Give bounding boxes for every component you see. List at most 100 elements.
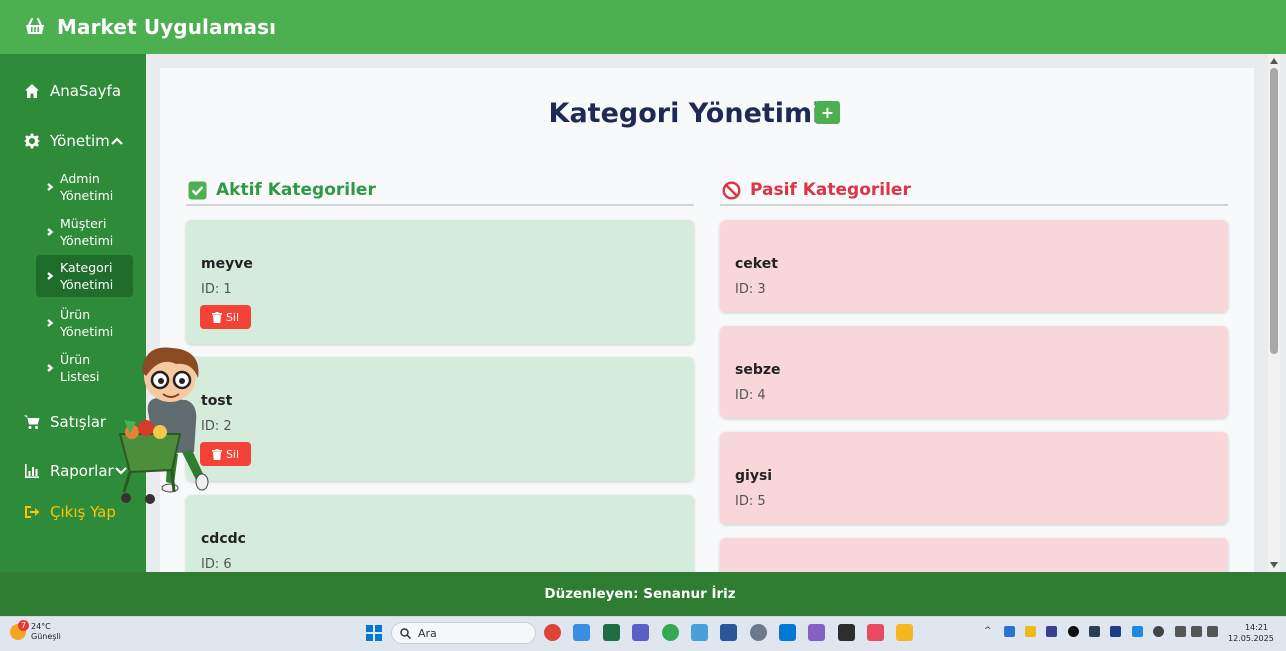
wifi-icon[interactable] (1175, 626, 1186, 637)
chevron-right-icon (47, 319, 54, 327)
search-icon (400, 627, 411, 639)
os-taskbar: 7 24°C Güneşli Ara ^ 14:21 12.05.2025 (0, 616, 1286, 651)
clock-date: 12.05.2025 (1228, 634, 1274, 643)
active-heading-text: Aktif Kategoriler (216, 180, 376, 200)
tray-app-icon[interactable] (1089, 626, 1100, 637)
passive-category-card: sebze ID: 4 (720, 326, 1228, 418)
label-line: Ürün (60, 307, 91, 322)
battery-icon[interactable] (1207, 626, 1218, 637)
label-line: Kategori (60, 260, 113, 275)
ban-icon (722, 180, 741, 200)
visual-studio-icon[interactable] (808, 624, 825, 641)
scroll-down-arrow[interactable] (1270, 562, 1278, 568)
chevron-right-icon (47, 183, 54, 191)
gear-icon (24, 133, 40, 149)
passive-heading-text: Pasif Kategoriler (750, 180, 911, 200)
nav-sales-label: Satışlar (50, 413, 107, 431)
scroll-up-arrow[interactable] (1270, 58, 1278, 64)
bluetooth-icon[interactable] (1004, 626, 1015, 637)
tray-app-icon[interactable] (1110, 626, 1121, 637)
category-id: ID: 5 (735, 494, 766, 509)
word-icon[interactable] (720, 624, 737, 641)
teams-icon[interactable] (632, 624, 649, 641)
chrome-icon[interactable] (544, 624, 561, 641)
page-scrollbar[interactable] (1268, 54, 1280, 572)
add-category-button[interactable]: + (815, 101, 840, 124)
nav-home-label: AnaSayfa (50, 82, 122, 100)
file-explorer-icon[interactable] (896, 624, 913, 641)
taskbar-search[interactable]: Ara (391, 622, 536, 644)
tray-chevron-up-icon[interactable]: ^ (984, 626, 995, 637)
tray-app-icon[interactable] (1153, 626, 1164, 637)
notification-badge: 7 (18, 620, 29, 631)
nav-sales[interactable]: Satışlar (24, 413, 106, 431)
nav-logout-label: Çıkış Yap (50, 503, 116, 521)
category-name: cdcdc (201, 531, 246, 547)
page-title: Kategori Yönetimi (160, 98, 1254, 129)
scroll-thumb[interactable] (1270, 68, 1278, 354)
temperature: 24°C (31, 622, 51, 631)
chrome-profile-icon[interactable] (662, 624, 679, 641)
snipping-tool-icon[interactable] (691, 624, 708, 641)
label-line: Yönetimi (60, 324, 114, 339)
windows-start-icon[interactable] (366, 625, 382, 641)
page-title-text: Kategori Yönetimi (548, 98, 822, 129)
nav-reports-label: Raporlar (50, 462, 114, 480)
main-panel: Kategori Yönetimi + Aktif Kategoriler Pa… (160, 68, 1254, 572)
chevron-right-icon (47, 272, 54, 280)
category-id: ID: 1 (201, 282, 232, 297)
basket-icon (25, 17, 45, 37)
photos-icon[interactable] (573, 624, 590, 641)
logout-icon (25, 506, 40, 518)
check-square-icon (188, 181, 207, 199)
category-id: ID: 6 (201, 557, 232, 572)
nav-management-label: Yönetim (50, 132, 110, 150)
label-line: Yönetimi (60, 188, 114, 203)
app-footer: Düzenleyen: Senanur İriz (0, 572, 1286, 616)
taskbar-clock[interactable]: 14:21 12.05.2025 (1228, 622, 1274, 644)
app-header: Market Uygulaması (0, 0, 1286, 54)
active-categories-heading: Aktif Kategoriler (186, 176, 694, 206)
terminal-icon[interactable] (838, 624, 855, 641)
passive-category-card: ceket ID: 3 (720, 220, 1228, 312)
vscode-icon[interactable] (779, 624, 796, 641)
clock-time: 14:21 (1244, 623, 1268, 632)
category-id: ID: 4 (735, 388, 766, 403)
nav-home[interactable]: AnaSayfa (24, 82, 121, 100)
weather-text: 24°C Güneşli (31, 622, 61, 642)
sidebar-item-customer[interactable]: Müşteri Yönetimi (44, 211, 132, 253)
delete-button[interactable]: Sil (200, 305, 251, 329)
sun-icon: 7 (10, 620, 29, 640)
tray-app-icon[interactable] (1046, 626, 1057, 637)
nav-management[interactable]: Yönetim (24, 132, 134, 150)
passive-categories-heading: Pasif Kategoriler (720, 176, 1228, 206)
mascot-illustration (118, 347, 209, 504)
active-category-card: cdcdc ID: 6 (186, 495, 694, 572)
app-title: Market Uygulaması (57, 15, 277, 39)
chevron-right-icon (47, 228, 54, 236)
volume-icon[interactable] (1191, 626, 1202, 637)
category-name: giysi (735, 468, 773, 484)
sidebar-item-admin-label: Admin Yönetimi (60, 170, 113, 204)
delete-label: Sil (225, 310, 240, 324)
category-name: ceket (735, 256, 778, 272)
sidebar-item-category[interactable]: Kategori Yönetimi (36, 255, 133, 297)
label-line: Admin (60, 171, 100, 186)
sidebar-item-product[interactable]: Ürün Yönetimi (44, 302, 132, 344)
nav-logout[interactable]: Çıkış Yap (24, 503, 116, 521)
tray-app-icon[interactable] (1068, 626, 1079, 637)
tray-app-icon[interactable] (1132, 626, 1143, 637)
settings-icon[interactable] (750, 624, 767, 641)
bar-chart-icon (25, 464, 39, 478)
sidebar-item-category-label: Kategori Yönetimi (60, 259, 113, 293)
weather-widget[interactable]: 7 24°C Güneşli (10, 620, 61, 642)
chevron-up-icon (110, 137, 123, 145)
search-placeholder: Ara (418, 626, 437, 640)
passive-category-card (720, 538, 1228, 572)
label-line: Yönetimi (60, 233, 114, 248)
home-icon (25, 84, 39, 98)
excel-icon[interactable] (603, 624, 620, 641)
tray-app-icon[interactable] (1025, 626, 1036, 637)
app-icon[interactable] (867, 624, 884, 641)
sidebar-item-admin[interactable]: Admin Yönetimi (44, 166, 132, 208)
